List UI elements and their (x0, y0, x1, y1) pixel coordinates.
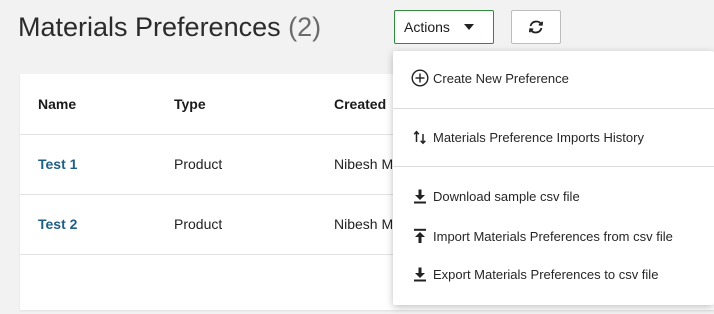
menu-item-label: Create New Preference (433, 70, 569, 86)
actions-menu: Create New Preference Materials Preferen… (393, 51, 714, 305)
column-header-name[interactable]: Name (38, 74, 76, 134)
download-icon (411, 187, 429, 205)
download-icon (411, 265, 429, 283)
type-cell: Product (174, 156, 223, 172)
actions-dropdown-button[interactable]: Actions (394, 10, 494, 44)
column-header-created[interactable]: Created (334, 74, 396, 134)
page-title-text: Materials Preferences (18, 12, 281, 42)
created-by-cell: Nibesh M (334, 156, 394, 172)
refresh-button[interactable] (511, 10, 561, 44)
refresh-icon (528, 20, 544, 34)
menu-item-label: Export Materials Preferences to csv file (433, 266, 659, 282)
actions-label: Actions (404, 19, 450, 35)
menu-divider (393, 108, 714, 109)
menu-divider (393, 166, 714, 167)
plus-circle-icon (411, 69, 429, 87)
upload-icon (411, 227, 429, 245)
menu-item-imports-history[interactable]: Materials Preference Imports History (393, 122, 714, 152)
preference-link[interactable]: Test 1 (38, 134, 77, 194)
record-count: (2) (288, 12, 322, 42)
menu-item-label: Import Materials Preferences from csv fi… (433, 228, 673, 244)
menu-item-download-sample[interactable]: Download sample csv file (393, 181, 714, 211)
menu-item-export-csv[interactable]: Export Materials Preferences to csv file (393, 259, 714, 289)
column-header-type[interactable]: Type (174, 74, 206, 134)
menu-item-label: Download sample csv file (433, 188, 580, 204)
type-cell: Product (174, 216, 223, 232)
menu-item-create-preference[interactable]: Create New Preference (393, 63, 714, 93)
menu-item-import-csv[interactable]: Import Materials Preferences from csv fi… (393, 221, 714, 251)
page-title: Materials Preferences (2) (18, 10, 321, 44)
preference-link[interactable]: Test 2 (38, 194, 77, 254)
sort-arrows-icon (411, 128, 429, 146)
menu-item-label: Materials Preference Imports History (433, 129, 644, 145)
caret-down-icon (463, 24, 474, 30)
created-by-cell: Nibesh M (334, 216, 394, 232)
